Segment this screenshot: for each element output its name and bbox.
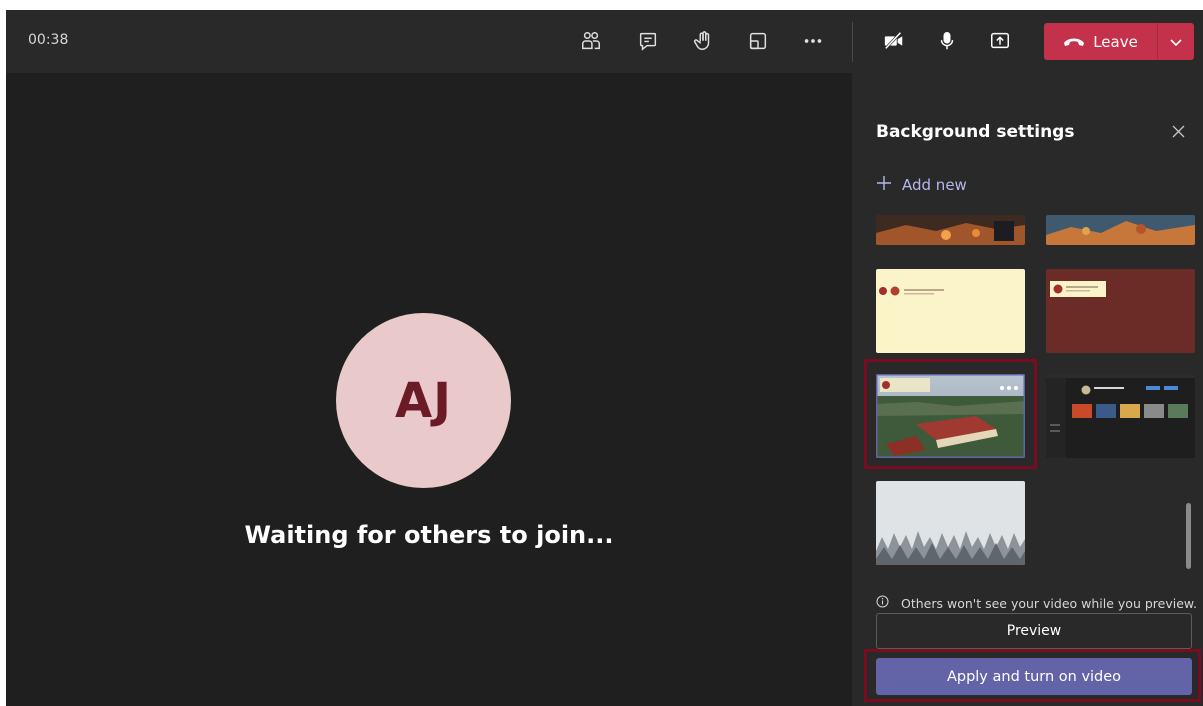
- people-icon[interactable]: [576, 26, 606, 56]
- panel-title: Background settings: [876, 122, 1075, 142]
- info-text: Others won't see your video while you pr…: [901, 595, 1197, 611]
- leave-main[interactable]: Leave: [1044, 23, 1157, 60]
- background-thumbnail[interactable]: [876, 269, 1025, 353]
- close-icon[interactable]: [1168, 121, 1188, 141]
- plus-icon: [876, 175, 892, 195]
- teams-meeting-window: 00:38 Leave AJ Waiting for others to joi…: [6, 10, 1203, 706]
- call-timer: 00:38: [28, 32, 69, 48]
- avatar-initials: AJ: [394, 372, 452, 429]
- raise-hand-icon[interactable]: [688, 26, 718, 56]
- add-new-label: Add new: [902, 176, 967, 194]
- chevron-down-icon[interactable]: [1158, 23, 1194, 60]
- video-stage: AJ Waiting for others to join...: [6, 73, 852, 706]
- leave-label: Leave: [1093, 32, 1138, 51]
- background-gallery: [852, 215, 1203, 575]
- apply-label: Apply and turn on video: [946, 668, 1122, 685]
- avatar: AJ: [336, 313, 511, 488]
- background-thumbnail[interactable]: [1046, 269, 1195, 353]
- gallery-scrollbar[interactable]: [1186, 503, 1191, 569]
- background-settings-panel: Background settings Add new Others won't…: [852, 73, 1203, 706]
- background-thumbnail[interactable]: [1046, 374, 1195, 458]
- background-thumbnail[interactable]: [876, 481, 1025, 565]
- background-thumbnail-selected[interactable]: [876, 374, 1025, 458]
- preview-info: Others won't see your video while you pr…: [876, 595, 1197, 611]
- meeting-toolbar: 00:38 Leave: [6, 10, 1203, 73]
- chat-icon[interactable]: [633, 26, 663, 56]
- rooms-icon[interactable]: [743, 26, 773, 56]
- more-icon[interactable]: [798, 26, 828, 56]
- camera-off-icon[interactable]: [879, 26, 909, 56]
- mic-icon[interactable]: [932, 26, 962, 56]
- preview-label: Preview: [1006, 623, 1062, 639]
- add-new-button[interactable]: Add new: [876, 175, 967, 195]
- background-thumbnail[interactable]: [876, 215, 1025, 245]
- waiting-message: Waiting for others to join...: [244, 521, 614, 549]
- leave-button[interactable]: Leave: [1044, 23, 1194, 60]
- hang-up-icon: [1063, 33, 1085, 51]
- preview-button[interactable]: Preview: [876, 613, 1192, 649]
- share-icon[interactable]: [985, 26, 1015, 56]
- background-thumbnail[interactable]: [1046, 215, 1195, 245]
- info-icon: [876, 595, 889, 611]
- toolbar-divider: [852, 22, 853, 62]
- apply-and-turn-on-video-button[interactable]: Apply and turn on video: [876, 658, 1192, 695]
